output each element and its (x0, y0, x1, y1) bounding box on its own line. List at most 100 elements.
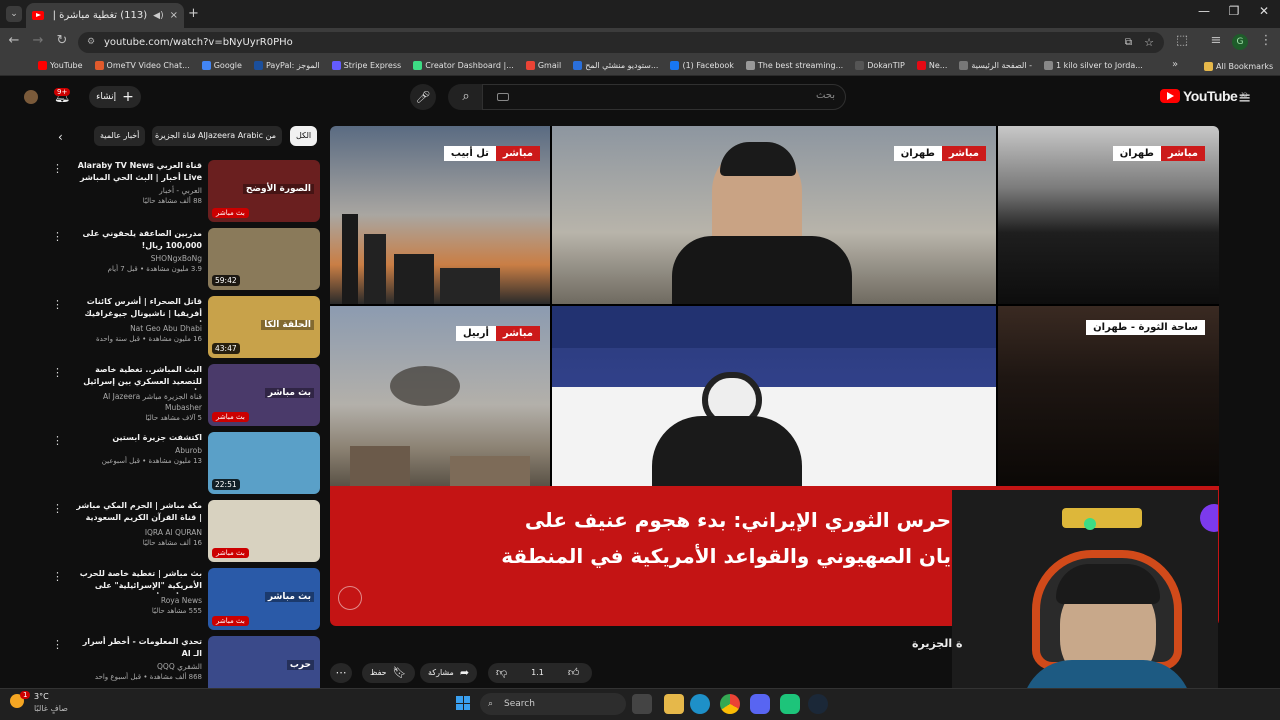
steam-icon[interactable] (808, 694, 828, 714)
bookmark-item[interactable]: Creator Dashboard |... (413, 61, 514, 70)
address-bar[interactable]: ⚙ youtube.com/watch?v=bNyUyrR0PHo ⧉ ☆ (78, 32, 1164, 53)
chrome-icon[interactable] (720, 694, 740, 714)
install-app-icon[interactable]: ⧉ (1125, 32, 1132, 53)
more-options-icon[interactable]: ⋮ (52, 162, 63, 175)
channel-name[interactable]: IQRA Al QURAN (74, 527, 202, 538)
browser-tab[interactable]: (113) تغطية مباشرة | تابعوا ◀) × (26, 3, 184, 28)
site-info-icon[interactable]: ⚙ (87, 32, 95, 53)
video-title[interactable]: مدربين الصاعقة يلحقوني على 100,000 ريال! (74, 228, 202, 252)
channel-name[interactable]: Aburob (74, 445, 202, 456)
create-button[interactable]: إنشاء + (89, 86, 141, 108)
account-avatar[interactable] (24, 90, 38, 104)
more-options-icon[interactable]: ⋮ (52, 298, 63, 311)
voice-search-icon[interactable]: 🎤︎ (410, 84, 436, 110)
app-icon[interactable] (780, 694, 800, 714)
save-button[interactable]: حفظ 🔖︎ (362, 663, 415, 683)
channel-name[interactable]: قناة الجزيرة مباشر Al Jazeera Mubasher (74, 391, 202, 413)
file-explorer-icon[interactable] (664, 694, 684, 714)
recommendation-item[interactable]: بث مباشر مكة مباشر | الحرم المكي مباشر | … (52, 500, 320, 564)
chips-prev-icon[interactable]: ‹ (58, 130, 63, 144)
channel-name[interactable]: Nat Geo Abu Dhabi (74, 323, 202, 334)
search-input[interactable]: بحث (482, 84, 846, 110)
share-button[interactable]: مشاركة ➦ (420, 663, 478, 683)
video-title[interactable]: قناة العربي Alaraby TV News Live أخبار |… (74, 160, 202, 184)
bookmarks-overflow-icon[interactable]: » (1172, 59, 1178, 70)
bookmark-item[interactable]: (1) Facebook (670, 61, 734, 70)
channel-name[interactable]: الشقري QQQ (74, 661, 202, 672)
bookmark-favicon-icon (855, 61, 865, 70)
reading-list-icon[interactable]: ≡ (1206, 33, 1226, 48)
bookmark-item[interactable]: Google (201, 61, 242, 70)
recommendation-item[interactable]: 59:42 مدربين الصاعقة يلحقوني على 100,000 … (52, 228, 320, 292)
bookmark-item[interactable]: The best streaming... (745, 61, 843, 70)
taskbar-search[interactable]: ⌕ Search (480, 693, 626, 715)
chip-world-news[interactable]: أخبار عالمية (94, 126, 146, 146)
channel-name[interactable]: Roya News (74, 595, 202, 606)
back-icon[interactable]: ← (4, 33, 24, 48)
start-icon[interactable] (456, 696, 470, 710)
video-title[interactable]: مكة مباشر | الحرم المكي مباشر | قناة الق… (74, 500, 202, 526)
save-icon: 🔖︎ (392, 666, 407, 679)
extensions-icon[interactable]: ⬚ (1172, 33, 1192, 48)
video-thumbnail[interactable]: 59:42 (208, 228, 320, 290)
recommendation-item[interactable]: الصورة الأوضح بث مباشر قناة العربي Alaraby… (52, 160, 320, 224)
chrome-menu-icon[interactable]: ⋮ (1256, 33, 1276, 48)
recommendation-item[interactable]: بث مباشر بث مباشر البث المباشر.. تغطية خاص… (52, 364, 320, 428)
forward-icon[interactable]: → (28, 33, 48, 48)
bookmark-item[interactable]: Gmail (525, 61, 561, 70)
video-thumbnail[interactable]: 22:51 (208, 432, 320, 494)
chip-all[interactable]: الكل (290, 126, 318, 146)
more-options-icon[interactable]: ⋮ (52, 230, 63, 243)
like-icon[interactable]: 👍︎ (568, 663, 580, 683)
video-thumbnail[interactable]: بث مباشر (208, 500, 320, 562)
bookmark-item[interactable]: YouTube (38, 61, 83, 70)
task-view-icon[interactable] (632, 694, 652, 714)
video-title[interactable]: بث مباشر | تغطية خاصة للحرب الأمريكية "ا… (74, 568, 202, 594)
recommendation-item[interactable]: بث مباشر بث مباشر بث مباشر | تغطية خاصة لل… (52, 568, 320, 632)
more-options-icon[interactable]: ⋮ (52, 638, 63, 651)
bookmark-item[interactable]: OmeTV Video Chat... (94, 61, 190, 70)
bookmark-item[interactable]: 1 kilo silver to Jorda... (1044, 61, 1143, 70)
discord-icon[interactable] (750, 694, 770, 714)
video-title[interactable]: قاتل الصحراء | أشرس كائنات أفريقيا | ناش… (74, 296, 202, 322)
bookmark-item[interactable]: DokanTIP (855, 61, 905, 70)
keyboard-icon[interactable] (497, 93, 509, 101)
bookmark-item[interactable]: ستوديو منشئي المح... (573, 61, 658, 70)
more-options-icon[interactable]: ⋮ (52, 502, 63, 515)
reload-icon[interactable]: ↻ (52, 33, 72, 48)
channel-name[interactable]: العربي - أخبار (74, 185, 202, 196)
bookmark-star-icon[interactable]: ☆ (1144, 32, 1154, 53)
video-meta: 16 مليون مشاهدة • قبل سنة واحدة (96, 335, 202, 343)
video-title[interactable]: اكتشفت جزيرة ابستين (74, 432, 202, 444)
profile-avatar[interactable]: G (1232, 34, 1248, 50)
video-thumbnail[interactable]: بث مباشر بث مباشر (208, 364, 320, 426)
search-button[interactable]: ⌕ (448, 84, 484, 110)
recommendation-item[interactable]: 22:51 اكتشفت جزيرة ابستين Aburob 13 مليون م… (52, 432, 320, 496)
bookmark-favicon-icon (413, 61, 423, 70)
video-thumbnail[interactable]: الحلقة الكا 43:47 (208, 296, 320, 358)
dislike-icon[interactable]: 👎︎ (496, 663, 507, 683)
video-thumbnail[interactable]: الصورة الأوضح بث مباشر (208, 160, 320, 222)
tab-search-icon[interactable]: ⌄ (6, 6, 22, 22)
edge-icon[interactable] (690, 694, 710, 714)
more-actions-icon[interactable]: ⋯ (330, 663, 352, 683)
bookmark-item[interactable]: الصفحة الرئيسية - (959, 61, 1032, 70)
youtube-logo[interactable]: YouTube JO (1160, 88, 1247, 104)
more-options-icon[interactable]: ⋮ (52, 434, 63, 447)
new-tab-icon[interactable]: + (188, 6, 199, 21)
video-title[interactable]: البث المباشر.. تغطية خاصة للتصعيد العسكر… (74, 364, 202, 390)
bookmark-item[interactable]: PayPal: الموجز (253, 61, 320, 70)
all-bookmarks[interactable]: All Bookmarks (1204, 62, 1273, 71)
more-options-icon[interactable]: ⋮ (52, 366, 63, 379)
channel-name[interactable]: SHONgxBoNg (74, 253, 202, 264)
guide-menu-icon[interactable]: ≡ (1238, 88, 1251, 107)
recommendation-item[interactable]: الحلقة الكا 43:47 قاتل الصحراء | أشرس كائن… (52, 296, 320, 360)
tab-close-icon[interactable]: × (170, 10, 178, 21)
more-options-icon[interactable]: ⋮ (52, 570, 63, 583)
chip-aljazeera[interactable]: من AlJazeera Arabic قناة الجزيرة (152, 126, 282, 146)
video-thumbnail[interactable]: بث مباشر بث مباشر (208, 568, 320, 630)
bookmark-item[interactable]: Stripe Express (331, 61, 401, 70)
bookmark-item[interactable]: Ne... (916, 61, 947, 70)
close-window-icon[interactable]: ✕ (1244, 4, 1280, 24)
video-title[interactable]: تحدي المعلومات - أخطر أسرار الـ AI (74, 636, 202, 660)
